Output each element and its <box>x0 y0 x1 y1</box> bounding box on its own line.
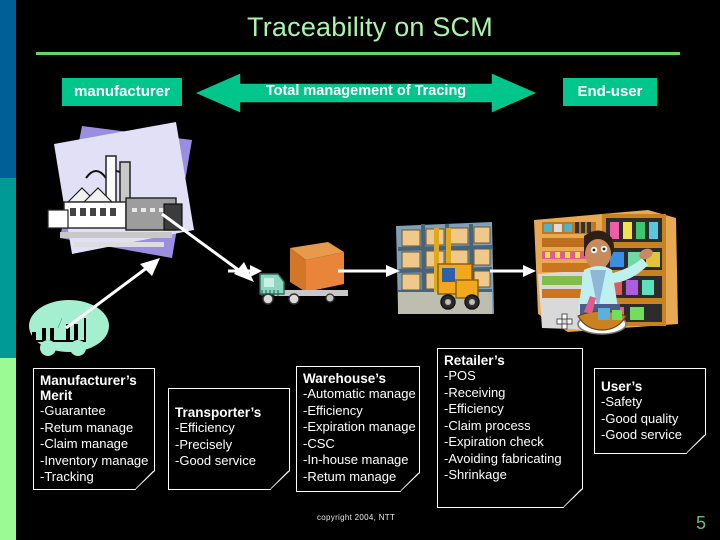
page-title: Traceability on SCM <box>247 12 493 42</box>
note-retailer: Retailer’s -POS -Receiving -Efficiency -… <box>437 348 583 508</box>
note-transporter: Transporter’s -Efficiency -Precisely -Go… <box>168 388 290 490</box>
note-item: -Claim manage <box>40 436 129 451</box>
sidebar-band-teal <box>0 178 16 358</box>
chip-manufacturer: manufacturer <box>62 78 182 106</box>
note-item: -CSC <box>303 435 335 451</box>
note-item: -POS <box>444 368 476 383</box>
note-item: -Good quality <box>601 410 679 426</box>
note-item: -Efficiency <box>175 420 235 435</box>
note-item: -Receiving <box>444 384 506 400</box>
flow-arrow-in-left-icon <box>228 265 262 277</box>
note-item: -Expiration check <box>444 434 544 449</box>
total-management-arrow: Total management of Tracing <box>196 72 536 114</box>
note-item: -Efficiency <box>303 402 363 418</box>
page-fold-icon <box>270 470 290 490</box>
note-item: -Avoiding fabricating <box>444 450 562 466</box>
copyright-notice: copyright 2004, NTT <box>317 513 396 522</box>
note-item: -Tracking <box>40 469 94 484</box>
note-item: -Safety <box>601 394 643 409</box>
flow-arrow-warehouse-to-retail-icon <box>490 265 536 277</box>
note-item: -Expiration manage <box>303 419 416 434</box>
note-heading-2: Merit <box>40 388 73 403</box>
warehouse-forklift-clipart <box>396 222 494 314</box>
note-heading: Manufacturer’s <box>40 373 137 388</box>
retail-shopper-clipart <box>534 210 678 335</box>
note-warehouse: Warehouse’s -Automatic manage -Efficienc… <box>296 366 420 492</box>
note-manufacturer: Manufacturer’s Merit -Guarantee -Retum m… <box>33 368 155 490</box>
note-item: -Guarantee <box>40 403 106 418</box>
note-heading: Transporter’s <box>175 405 262 420</box>
flow-arrow-truck-to-warehouse-icon <box>338 265 400 277</box>
note-item: -Retum manage <box>303 468 397 484</box>
title-divider <box>36 52 680 55</box>
note-item: -Claim process <box>444 417 531 433</box>
note-item: -Good service <box>175 453 256 468</box>
note-heading: Retailer’s <box>444 353 505 368</box>
note-user: User’s -Safety -Good quality -Good servi… <box>594 368 706 454</box>
note-item: -In-house manage <box>303 452 409 467</box>
sidebar-band-blue <box>0 0 16 178</box>
note-item: -Automatic manage <box>303 386 416 401</box>
sidebar-band-green <box>0 358 16 540</box>
arrow-label: Total management of Tracing <box>265 83 467 99</box>
page-fold-icon <box>563 488 583 508</box>
note-heading: User’s <box>601 379 643 394</box>
note-item: -Efficiency <box>444 401 504 416</box>
note-item: -Shrinkage <box>444 467 507 482</box>
page-number: 5 <box>695 513 706 533</box>
chip-end-user: End-user <box>563 78 657 106</box>
flow-arrow-factory-to-truck-icon <box>65 258 160 330</box>
note-item: -Good service <box>601 427 682 442</box>
note-item: -Precisely <box>175 436 233 452</box>
note-item: -Inventory manage <box>40 452 149 468</box>
slide-canvas: Traceability on SCM manufacturer Total m… <box>0 0 720 540</box>
note-item: -Retum manage <box>40 419 134 435</box>
note-heading: Warehouse’s <box>303 371 387 386</box>
